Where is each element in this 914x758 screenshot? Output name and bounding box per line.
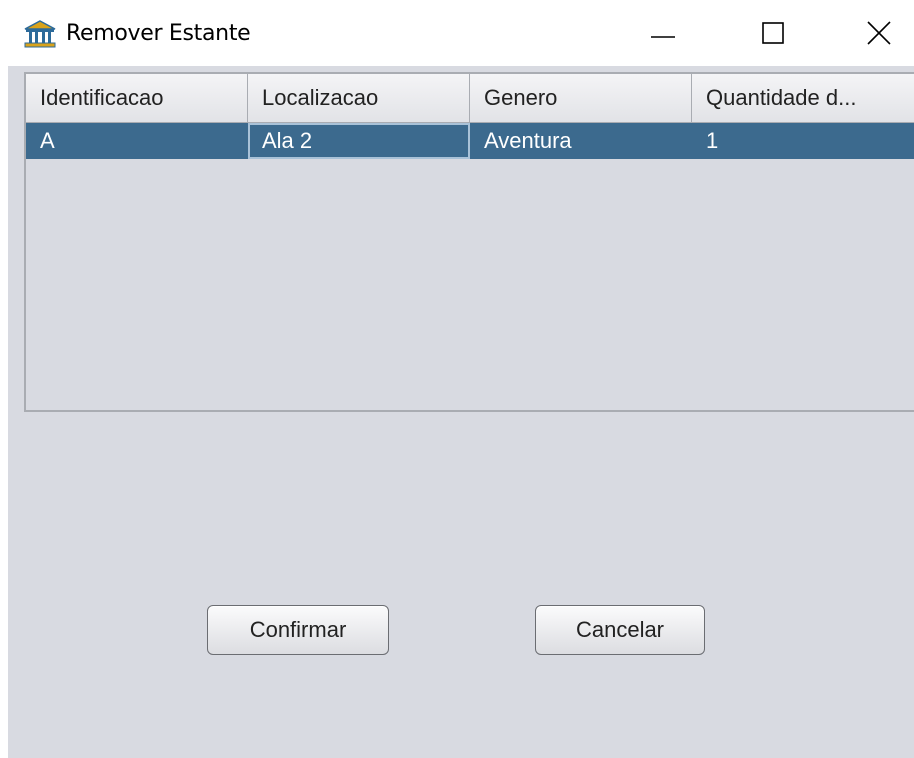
maximize-icon [762,22,784,44]
column-header-quantidade[interactable]: Quantidade d... [692,74,914,122]
bank-icon [24,20,56,48]
column-header-localizacao[interactable]: Localizacao [248,74,470,122]
table-row[interactable]: A Ala 2 Aventura 1 [26,123,914,159]
maximize-button[interactable] [738,0,808,66]
cell-genero[interactable]: Aventura [470,123,692,159]
minimize-icon [651,36,675,38]
minimize-button[interactable] [628,0,698,66]
cancel-button[interactable]: Cancelar [535,605,705,655]
cell-localizacao[interactable]: Ala 2 [248,123,470,159]
dialog-content: Identificacao Localizacao Genero Quantid… [8,66,914,758]
close-button[interactable] [844,0,914,66]
close-icon [867,21,891,45]
confirm-button[interactable]: Confirmar [207,605,389,655]
cell-identificacao[interactable]: A [26,123,248,159]
title-bar[interactable]: Remover Estante [0,0,914,66]
shelf-table[interactable]: Identificacao Localizacao Genero Quantid… [24,72,914,412]
column-header-genero[interactable]: Genero [470,74,692,122]
cell-quantidade[interactable]: 1 [692,123,914,159]
column-header-identificacao[interactable]: Identificacao [26,74,248,122]
table-header: Identificacao Localizacao Genero Quantid… [26,74,914,123]
window-title: Remover Estante [66,21,251,46]
